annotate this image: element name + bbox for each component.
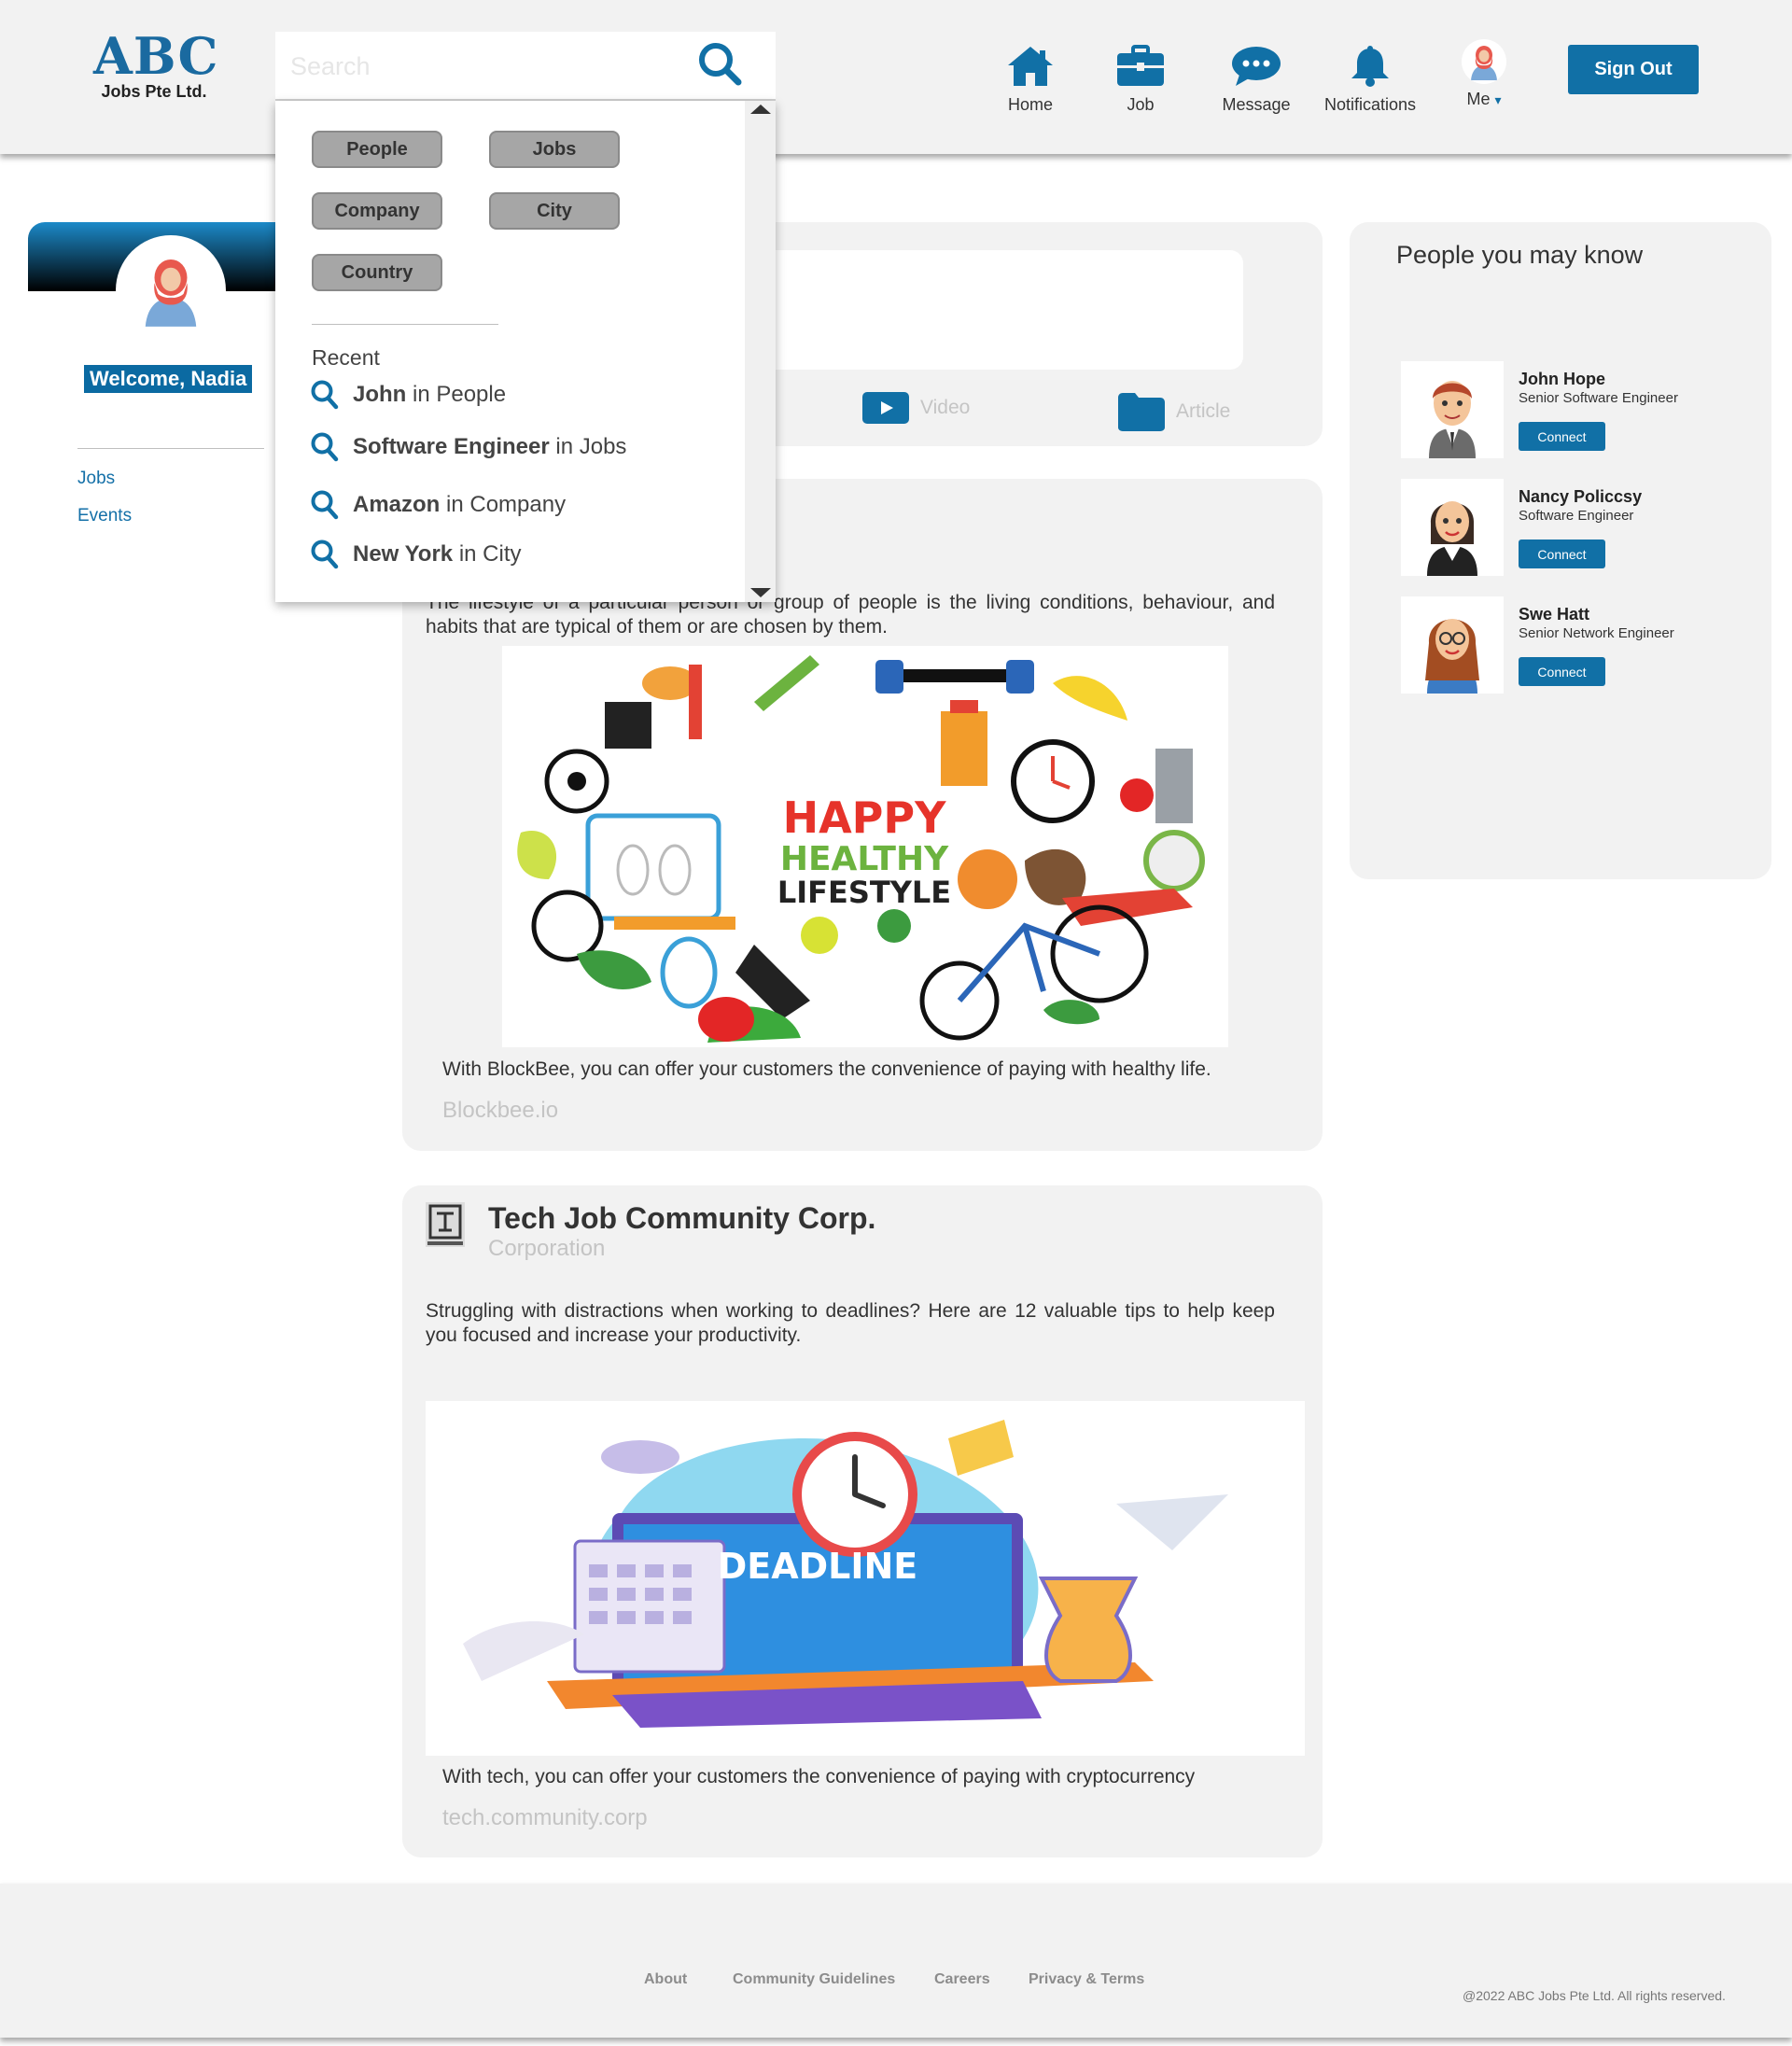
profile-avatar[interactable]	[116, 235, 226, 345]
recent-term: New York	[353, 541, 454, 567]
dropdown-scrollbar[interactable]	[745, 101, 776, 602]
post-company-name[interactable]: Tech Job Community Corp.	[488, 1201, 875, 1236]
video-icon	[862, 392, 909, 424]
scroll-up-icon[interactable]	[749, 103, 773, 116]
briefcase-icon	[1117, 45, 1164, 86]
top-header: ABC Jobs Pte Ltd. Home Job Message Notif…	[0, 0, 1792, 154]
nav-notifications[interactable]: Notifications	[1314, 45, 1426, 115]
recent-scope: in Jobs	[549, 434, 627, 459]
post-image-lifestyle: HAPPY HEALTHY LIFESTYLE	[502, 646, 1228, 1047]
nav-message[interactable]: Message	[1200, 45, 1312, 115]
composer-article-button[interactable]: Article	[1118, 392, 1230, 431]
recent-term: Amazon	[353, 492, 441, 517]
person-role: Senior Software Engineer	[1519, 390, 1678, 406]
nav-me-label: Me	[1466, 90, 1491, 108]
recent-search-item[interactable]: Software Engineer in Jobs	[310, 431, 626, 463]
person-name[interactable]: Swe Hatt	[1519, 605, 1589, 624]
footer-link-about[interactable]: About	[644, 1971, 687, 1988]
nav-message-label: Message	[1222, 95, 1291, 114]
pymk-title: People you may know	[1396, 241, 1644, 269]
person-name[interactable]: John Hope	[1519, 370, 1605, 389]
post-text: Struggling with distractions when workin…	[426, 1300, 1275, 1346]
connect-button[interactable]: Connect	[1519, 422, 1605, 451]
folder-icon	[1118, 393, 1165, 431]
logo-sub-text: Jobs Pte Ltd.	[101, 82, 207, 101]
recent-search-item[interactable]: John in People	[310, 379, 506, 411]
lifestyle-word-healthy: HEALTHY	[780, 840, 949, 878]
connect-button[interactable]: Connect	[1519, 540, 1605, 568]
post-link[interactable]: Blockbee.io	[442, 1098, 558, 1124]
page-footer: About Community Guidelines Careers Priva…	[0, 1884, 1792, 2038]
avatar	[1462, 39, 1506, 84]
company-logo[interactable]: ABC Jobs Pte Ltd.	[93, 26, 219, 101]
company-logo-icon[interactable]	[426, 1202, 465, 1247]
dropdown-divider	[312, 324, 498, 325]
person-avatar[interactable]	[1401, 361, 1504, 458]
recent-search-item[interactable]: Amazon in Company	[310, 489, 566, 521]
person-avatar[interactable]	[1401, 596, 1504, 694]
deadline-text: DEADLINE	[718, 1546, 918, 1587]
person-avatar[interactable]	[1401, 479, 1504, 576]
nav-me[interactable]: Me ▾	[1428, 39, 1540, 109]
search-input[interactable]	[290, 47, 692, 86]
composer-article-label: Article	[1176, 400, 1231, 422]
logo-main-text: ABC	[93, 26, 219, 86]
home-icon	[1008, 47, 1053, 86]
nav-home-label: Home	[1007, 95, 1053, 114]
recent-scope: in City	[453, 541, 522, 567]
post-company-type: Corporation	[488, 1236, 606, 1261]
post-image-deadline: DEADLINE	[426, 1401, 1305, 1756]
filter-chip-country[interactable]: Country	[312, 254, 442, 291]
filter-chip-city[interactable]: City	[489, 192, 620, 230]
composer-video-label: Video	[920, 397, 971, 418]
search-icon	[311, 380, 339, 410]
composer-video-button[interactable]: Video	[862, 392, 970, 424]
post-caption: With tech, you can offer your customers …	[442, 1766, 1196, 1787]
recent-term: John	[353, 382, 407, 407]
nav-job[interactable]: Job	[1085, 45, 1197, 115]
footer-link-careers[interactable]: Careers	[934, 1971, 990, 1988]
nav-home[interactable]: Home	[974, 45, 1086, 115]
post-link[interactable]: tech.community.corp	[442, 1805, 648, 1831]
recent-scope: in People	[406, 382, 507, 407]
sidebar-link-jobs[interactable]: Jobs	[77, 469, 115, 489]
search-dropdown: People Jobs Company City Country Recent …	[275, 101, 776, 602]
composer-input[interactable]	[747, 250, 1243, 370]
person-role: Senior Network Engineer	[1519, 625, 1674, 641]
filter-chip-jobs[interactable]: Jobs	[489, 131, 620, 168]
search-icon	[311, 540, 339, 569]
lifestyle-word-lifestyle: LIFESTYLE	[777, 875, 951, 910]
recent-term: Software Engineer	[353, 434, 550, 459]
nav-notifications-label: Notifications	[1323, 95, 1417, 114]
post-caption: With BlockBee, you can offer your custom…	[442, 1058, 1211, 1080]
bell-icon	[1351, 46, 1389, 87]
footer-link-community-guidelines[interactable]: Community Guidelines	[733, 1971, 895, 1988]
filter-chip-people[interactable]: People	[312, 131, 442, 168]
recent-title: Recent	[312, 345, 380, 370]
search-icon	[311, 490, 339, 520]
sidebar-link-events[interactable]: Events	[77, 506, 132, 526]
search-icon	[311, 432, 339, 462]
chat-icon	[1232, 47, 1281, 86]
nav-job-label: Job	[1127, 95, 1155, 114]
search-bar	[275, 32, 776, 101]
person-name[interactable]: Nancy Policcsy	[1519, 487, 1642, 507]
recent-search-item[interactable]: New York in City	[310, 539, 522, 570]
copyright-text: @2022 ABC Jobs Pte Ltd. All rights reser…	[1463, 1988, 1726, 2003]
footer-link-privacy-terms[interactable]: Privacy & Terms	[1029, 1971, 1144, 1988]
recent-scope: in Company	[440, 492, 567, 517]
sign-out-button[interactable]: Sign Out	[1568, 45, 1699, 94]
sidebar-divider	[77, 448, 264, 449]
welcome-label: Welcome, Nadia	[84, 365, 253, 393]
scroll-down-icon[interactable]	[749, 586, 773, 599]
chevron-down-icon: ▾	[1494, 92, 1502, 107]
lifestyle-word-happy: HAPPY	[783, 792, 947, 843]
search-icon[interactable]	[695, 39, 751, 95]
filter-chip-company[interactable]: Company	[312, 192, 442, 230]
connect-button[interactable]: Connect	[1519, 657, 1605, 686]
person-role: Software Engineer	[1519, 508, 1634, 524]
